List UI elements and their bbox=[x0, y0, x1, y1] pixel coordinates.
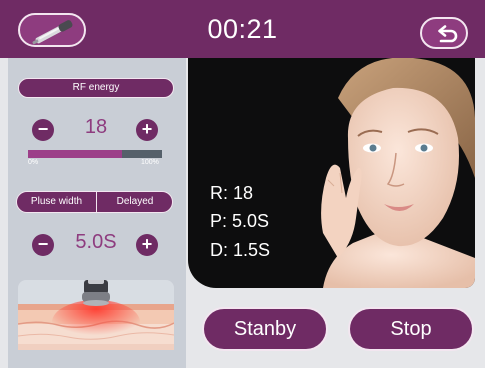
readout-delay: D: 1.5S bbox=[210, 240, 271, 260]
treatment-timer: 00:21 bbox=[207, 14, 278, 44]
rf-energy-level-bar bbox=[28, 150, 162, 158]
stop-button[interactable]: Stop bbox=[348, 307, 474, 351]
settings-panel: RF energy − 18 + 0% 100% Pluse width Del… bbox=[8, 58, 186, 368]
rf-energy-decrease-button[interactable]: − bbox=[32, 119, 54, 141]
timing-tabs: Pluse width Delayed bbox=[16, 191, 173, 213]
pulse-width-value: 5.0S bbox=[75, 231, 117, 253]
return-arrow-icon bbox=[438, 25, 458, 43]
device-screen: 00:21 RF energy − 18 + 0% 100% Pluse wid… bbox=[0, 0, 485, 368]
rf-scale-min-label: 0% bbox=[28, 159, 39, 166]
skin-layer-illustration bbox=[18, 280, 174, 350]
tab-pulse-width[interactable]: Pluse width bbox=[17, 192, 97, 212]
rf-energy-value: 18 bbox=[84, 116, 108, 138]
readout-pulse-width: P: 5.0S bbox=[210, 211, 270, 231]
rf-energy-level-fill bbox=[28, 150, 122, 158]
readout-rf-energy: R: 18 bbox=[210, 183, 254, 203]
rf-energy-label: RF energy bbox=[18, 78, 174, 98]
rf-scale-max-label: 100% bbox=[141, 159, 159, 166]
header-bar: 00:21 bbox=[0, 0, 485, 58]
back-button[interactable] bbox=[420, 17, 468, 49]
pulse-width-increase-button[interactable]: + bbox=[136, 234, 158, 256]
treatment-preview-panel: R: 18 P: 5.0S D: 1.5S bbox=[188, 58, 475, 288]
standby-button[interactable]: Stanby bbox=[202, 307, 328, 351]
pulse-width-decrease-button[interactable]: − bbox=[32, 234, 54, 256]
tab-delayed[interactable]: Delayed bbox=[97, 192, 172, 212]
rf-energy-increase-button[interactable]: + bbox=[136, 119, 158, 141]
